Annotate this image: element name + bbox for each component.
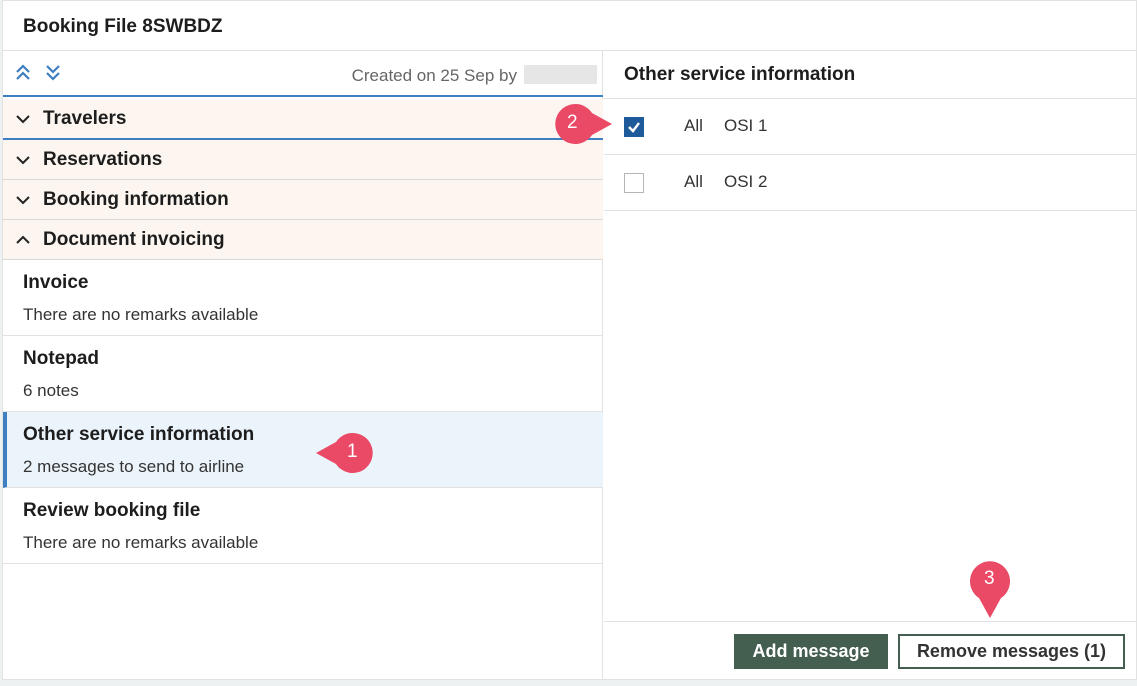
item-title: Other service information — [23, 424, 255, 445]
annotation-marker-3: 3 — [968, 556, 1012, 620]
checkmark-icon — [628, 122, 640, 133]
action-footer: Add message Remove messages (1) — [604, 621, 1137, 681]
item-subtitle: 6 notes — [23, 381, 79, 400]
chevron-down-icon — [15, 192, 31, 208]
chevrons-down-icon[interactable] — [43, 63, 63, 83]
section-label: Document invoicing — [43, 229, 225, 250]
marker-number: 2 — [567, 112, 578, 133]
section-reservations[interactable]: Reservations — [3, 140, 603, 180]
right-pane: Other service information All OSI 1 All … — [604, 51, 1137, 681]
marker-number: 1 — [347, 441, 358, 462]
list-item-notepad[interactable]: Notepad 6 notes — [3, 336, 603, 412]
osi-scope: All — [684, 116, 703, 135]
osi-row: All OSI 2 — [604, 155, 1137, 211]
item-title: Invoice — [23, 272, 89, 293]
remove-messages-button[interactable]: Remove messages (1) — [898, 634, 1125, 669]
section-label: Travelers — [43, 108, 127, 129]
add-message-button[interactable]: Add message — [734, 634, 888, 669]
booking-file-panel: Booking File 8SWBDZ Created on 25 Sep by… — [2, 0, 1137, 681]
section-travelers[interactable]: Travelers — [3, 99, 603, 140]
section-label: Booking information — [43, 189, 229, 210]
item-subtitle: 2 messages to send to airline — [23, 457, 245, 476]
item-subtitle: There are no remarks available — [23, 533, 259, 552]
chevron-down-icon — [15, 152, 31, 168]
header-bar: Booking File 8SWBDZ — [3, 1, 1137, 51]
osi-name: OSI 1 — [724, 116, 768, 135]
list-item-review-booking-file[interactable]: Review booking file There are no remarks… — [3, 488, 603, 564]
left-toolbar: Created on 25 Sep by — [3, 51, 603, 97]
osi-row: All OSI 1 — [604, 99, 1137, 155]
osi-checkbox[interactable] — [624, 117, 644, 137]
right-pane-header: Other service information — [604, 51, 1137, 99]
list-item-invoice[interactable]: Invoice There are no remarks available — [3, 260, 603, 336]
item-title: Review booking file — [23, 500, 201, 521]
left-pane: Created on 25 Sep by Travelers Reservati… — [3, 51, 603, 681]
annotation-marker-1: 1 — [314, 432, 378, 474]
osi-scope: All — [684, 172, 703, 191]
page-title: Booking File 8SWBDZ — [23, 16, 223, 37]
marker-number: 3 — [984, 568, 995, 589]
osi-name: OSI 2 — [724, 172, 768, 191]
annotation-marker-2: 2 — [548, 103, 614, 145]
osi-checkbox[interactable] — [624, 173, 644, 193]
list-item-other-service-information[interactable]: Other service information 2 messages to … — [3, 412, 603, 488]
redacted-user — [524, 65, 597, 84]
right-pane-title: Other service information — [624, 64, 856, 85]
item-subtitle: There are no remarks available — [23, 305, 259, 324]
chevrons-up-icon[interactable] — [13, 63, 33, 83]
section-document-invoicing[interactable]: Document invoicing — [3, 220, 603, 260]
chevron-up-icon — [15, 232, 31, 248]
chevron-down-icon — [15, 111, 31, 127]
section-label: Reservations — [43, 149, 163, 170]
created-info: Created on 25 Sep by — [351, 66, 517, 85]
section-booking-information[interactable]: Booking information — [3, 180, 603, 220]
item-title: Notepad — [23, 348, 99, 369]
